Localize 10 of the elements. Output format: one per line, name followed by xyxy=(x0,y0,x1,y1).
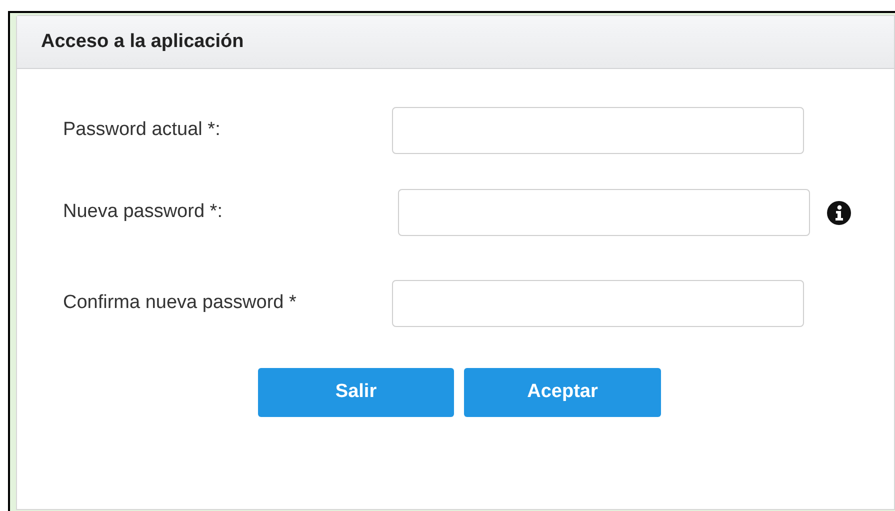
field-label: Confirma nueva password * xyxy=(63,291,298,316)
field-label: Nueva password *: xyxy=(63,200,224,224)
info-icon[interactable] xyxy=(827,200,851,224)
dialog-button[interactable]: Aceptar xyxy=(464,368,661,417)
dialog-title: Acceso a la aplicación xyxy=(41,30,244,54)
password-field[interactable] xyxy=(392,107,804,154)
field-label: Password actual *: xyxy=(63,118,222,142)
password-field[interactable] xyxy=(392,280,804,327)
dialog-button[interactable]: Salir xyxy=(258,368,454,417)
password-field[interactable] xyxy=(398,189,810,236)
